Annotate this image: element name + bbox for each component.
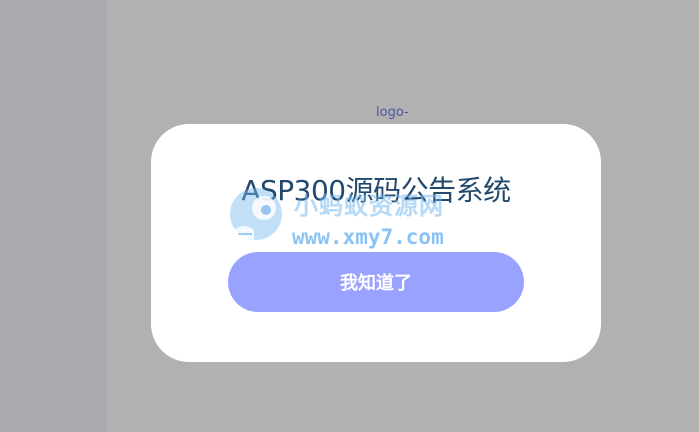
page: logo- ASP300源码公告系统 我知道了 小蚂蚁资源网 www.xmy7.… (0, 0, 699, 432)
confirm-button[interactable]: 我知道了 (228, 252, 524, 312)
announcement-modal: ASP300源码公告系统 我知道了 (151, 124, 601, 362)
background-left-strip (0, 0, 107, 432)
logo-image-alt-text: logo- (376, 105, 409, 120)
modal-title: ASP300源码公告系统 (241, 174, 511, 207)
